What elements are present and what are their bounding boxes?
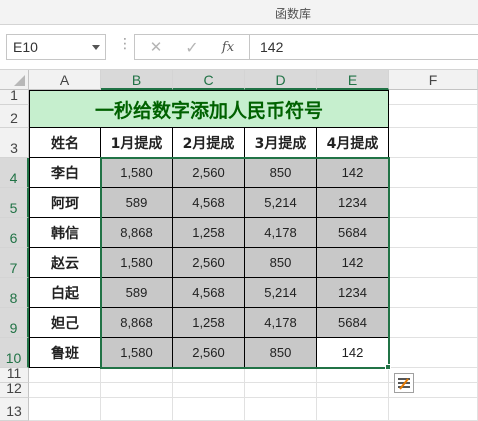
- value-cell[interactable]: 5,214: [245, 278, 317, 308]
- quick-analysis-icon: [398, 378, 410, 390]
- name-cell[interactable]: 白起: [29, 278, 101, 308]
- ribbon: 函数库: [0, 0, 478, 25]
- column-header-c[interactable]: C: [173, 70, 245, 90]
- name-cell[interactable]: 韩信: [29, 218, 101, 248]
- column-header-f[interactable]: F: [389, 70, 478, 90]
- header-cell[interactable]: 2月提成: [173, 128, 245, 158]
- select-all-icon: [14, 75, 25, 86]
- name-cell[interactable]: 鲁班: [29, 338, 101, 368]
- formula-input[interactable]: 142: [249, 34, 478, 60]
- fx-icon: fx: [221, 39, 235, 55]
- value-cell[interactable]: 2,560: [173, 158, 245, 188]
- drag-handle-icon[interactable]: ⋮: [118, 37, 132, 51]
- name-box-value: E10: [13, 39, 38, 55]
- name-box[interactable]: E10: [6, 34, 106, 60]
- value-cell[interactable]: 2,560: [173, 338, 245, 368]
- value-cell[interactable]: 4,568: [173, 188, 245, 218]
- value-cell[interactable]: 5,214: [245, 188, 317, 218]
- row-header-1[interactable]: 1: [0, 87, 29, 105]
- value-cell[interactable]: 589: [101, 278, 173, 308]
- value-cell[interactable]: 589: [101, 188, 173, 218]
- column-header-b[interactable]: B: [101, 70, 173, 90]
- value-cell[interactable]: 4,568: [173, 278, 245, 308]
- value-cell[interactable]: 1,258: [173, 308, 245, 338]
- formula-bar: E10 ⋮ ✕ ✓ fx 142: [0, 25, 478, 70]
- name-cell[interactable]: 妲己: [29, 308, 101, 338]
- header-cell[interactable]: 3月提成: [245, 128, 317, 158]
- row-header-4[interactable]: 4: [0, 158, 29, 188]
- value-cell[interactable]: 1,258: [173, 218, 245, 248]
- sheet-title: 一秒给数字添加人民币符号: [94, 99, 323, 122]
- row-header-2[interactable]: 2: [0, 105, 29, 128]
- close-icon: ✕: [149, 38, 163, 56]
- column-header-a[interactable]: A: [29, 70, 101, 90]
- quick-analysis-button[interactable]: [394, 373, 414, 393]
- formula-buttons: ✕ ✓ fx: [134, 34, 249, 60]
- check-icon: ✓: [185, 37, 199, 57]
- value-cell[interactable]: 4,178: [245, 218, 317, 248]
- column-header-d[interactable]: D: [245, 70, 317, 90]
- row-header-7[interactable]: 7: [0, 248, 29, 278]
- value-cell[interactable]: 1234: [317, 188, 389, 218]
- header-cell[interactable]: 1月提成: [101, 128, 173, 158]
- row-header-8[interactable]: 8: [0, 278, 29, 308]
- value-cell[interactable]: 142: [317, 248, 389, 278]
- gridline: [29, 397, 478, 398]
- row-header-5[interactable]: 5: [0, 188, 29, 218]
- cancel-button[interactable]: ✕: [143, 37, 169, 57]
- row-header-13[interactable]: 13: [0, 398, 29, 421]
- ribbon-group-label: 函数库: [274, 7, 311, 21]
- value-cell[interactable]: 1,580: [101, 338, 173, 368]
- chevron-down-icon[interactable]: [92, 45, 100, 50]
- name-cell[interactable]: 赵云: [29, 248, 101, 278]
- value-cell[interactable]: 1,580: [101, 158, 173, 188]
- row-header-10[interactable]: 10: [0, 338, 29, 368]
- value-cell[interactable]: 850: [245, 338, 317, 368]
- value-cell[interactable]: 850: [245, 248, 317, 278]
- value-cell[interactable]: 1234: [317, 278, 389, 308]
- column-header-e[interactable]: E: [317, 70, 389, 90]
- title-cell[interactable]: 一秒给数字添加人民币符号: [29, 90, 389, 128]
- value-cell[interactable]: 850: [245, 158, 317, 188]
- value-cell[interactable]: 2,560: [173, 248, 245, 278]
- value-cell[interactable]: 5684: [317, 308, 389, 338]
- value-cell[interactable]: 8,868: [101, 218, 173, 248]
- formula-input-value: 142: [260, 39, 284, 55]
- row-header-9[interactable]: 9: [0, 308, 29, 338]
- header-cell[interactable]: 姓名: [29, 128, 101, 158]
- insert-function-button[interactable]: fx: [215, 37, 241, 57]
- name-cell[interactable]: 阿珂: [29, 188, 101, 218]
- value-cell[interactable]: 1,580: [101, 248, 173, 278]
- value-cell[interactable]: 8,868: [101, 308, 173, 338]
- active-cell[interactable]: 142: [317, 338, 389, 368]
- value-cell[interactable]: 4,178: [245, 308, 317, 338]
- fill-handle[interactable]: [385, 364, 391, 370]
- header-cell[interactable]: 4月提成: [317, 128, 389, 158]
- value-cell[interactable]: 142: [317, 158, 389, 188]
- enter-button[interactable]: ✓: [179, 37, 205, 57]
- row-header-3[interactable]: 3: [0, 128, 29, 158]
- name-cell[interactable]: 李白: [29, 158, 101, 188]
- row-header-6[interactable]: 6: [0, 218, 29, 248]
- row-header-12[interactable]: 12: [0, 380, 29, 398]
- value-cell[interactable]: 5684: [317, 218, 389, 248]
